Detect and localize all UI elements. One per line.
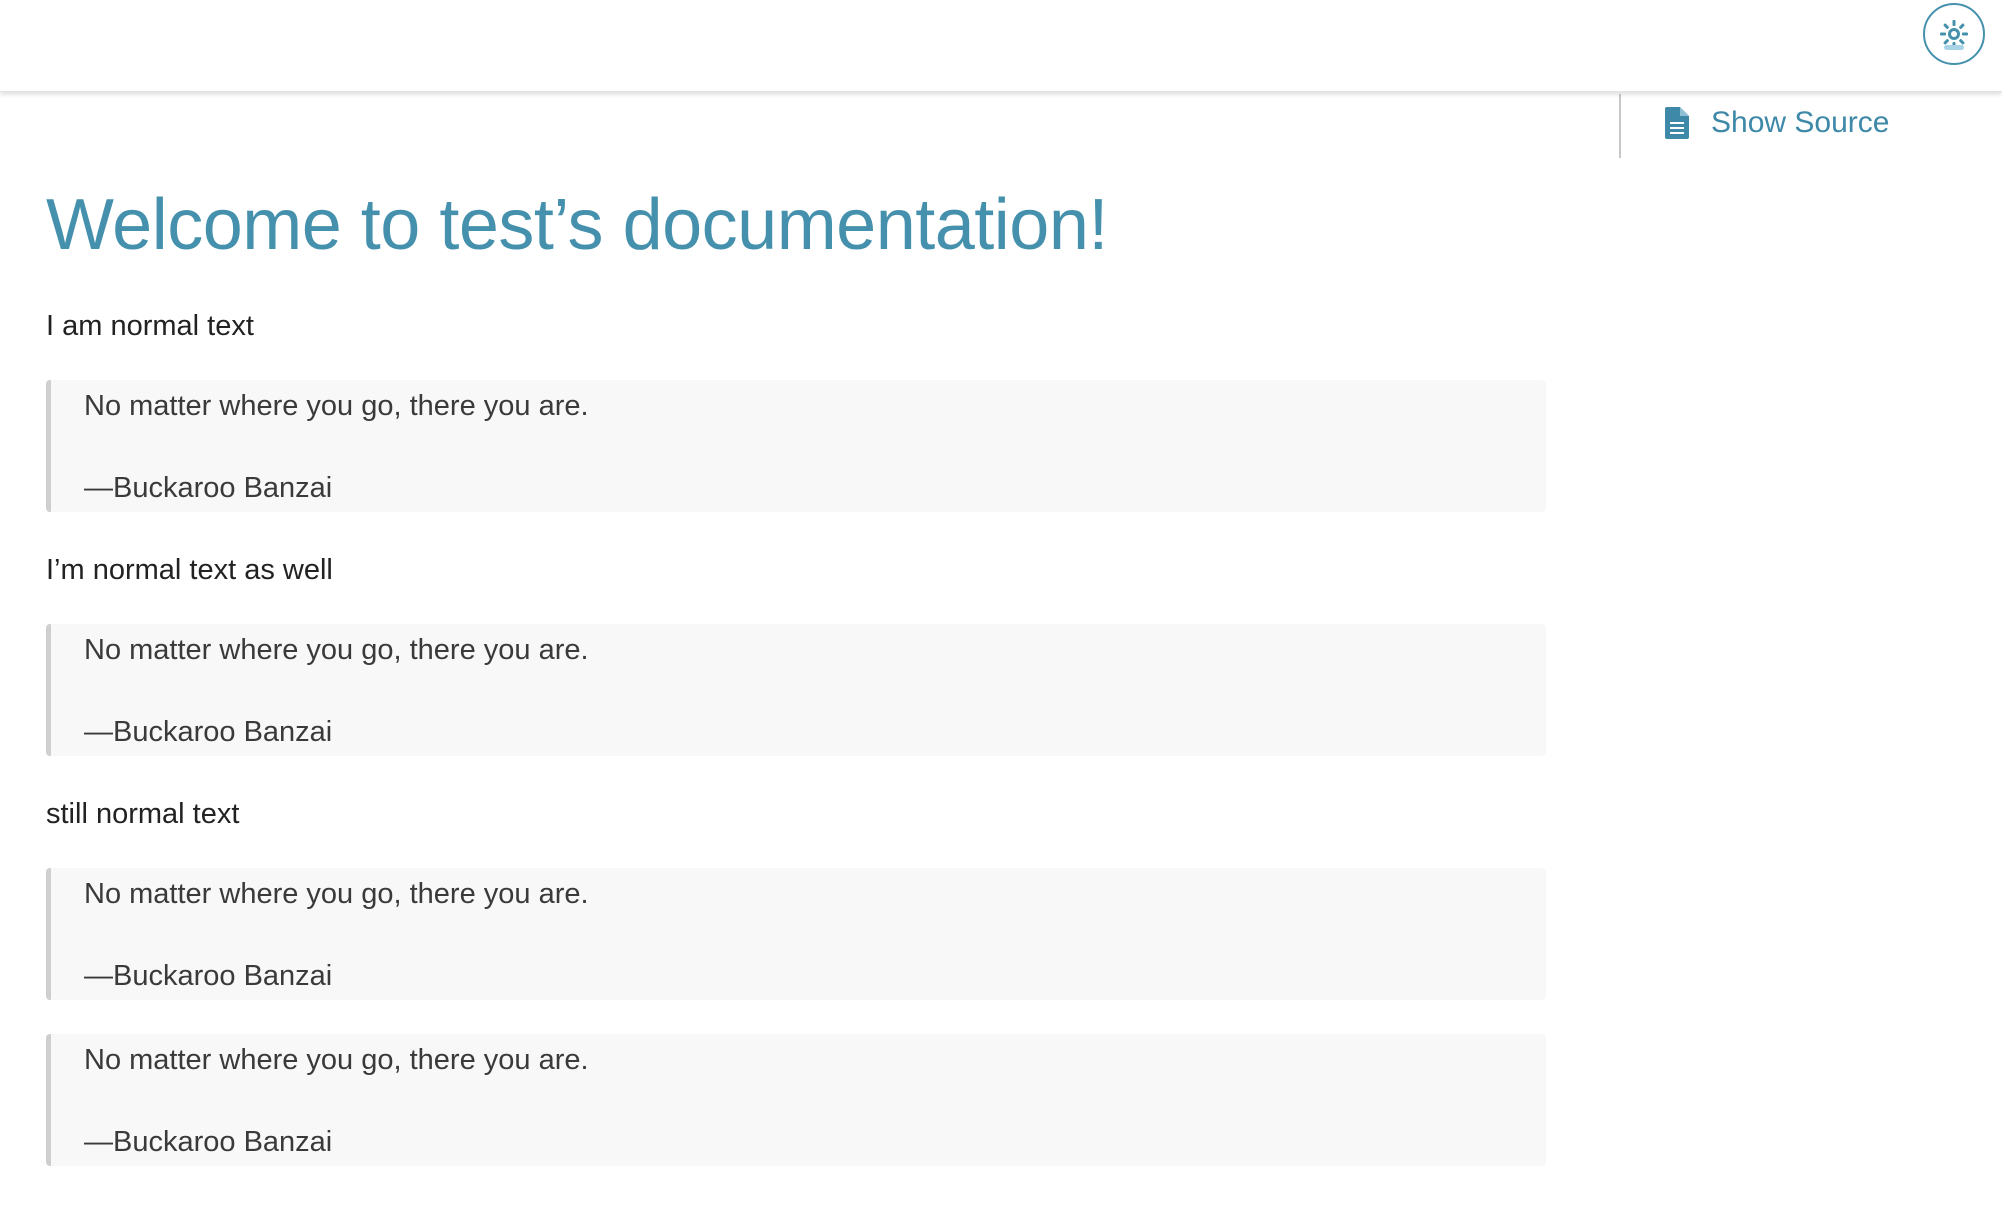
quote-text: No matter where you go, there you are. bbox=[84, 390, 589, 422]
blockquote: No matter where you go, there you are. —… bbox=[46, 624, 1546, 756]
top-header bbox=[0, 0, 2002, 92]
quote-attribution: —Buckaroo Banzai bbox=[84, 960, 333, 992]
main-content: Welcome to test’s documentation! I am no… bbox=[46, 160, 1546, 1166]
paragraph: I am normal text bbox=[46, 310, 254, 342]
quote-text: No matter where you go, there you are. bbox=[84, 634, 589, 666]
quote-attribution: —Buckaroo Banzai bbox=[84, 472, 333, 504]
theme-toggle-button[interactable] bbox=[1923, 3, 1985, 65]
page-title: Welcome to test’s documentation! bbox=[46, 185, 1108, 265]
quote-text: No matter where you go, there you are. bbox=[84, 878, 589, 910]
show-source-link[interactable]: Show Source bbox=[1665, 106, 1889, 140]
paragraph: I’m normal text as well bbox=[46, 554, 333, 586]
quote-text: No matter where you go, there you are. bbox=[84, 1044, 589, 1076]
quote-attribution: —Buckaroo Banzai bbox=[84, 1126, 333, 1158]
page-aside: Show Source bbox=[1619, 94, 2002, 158]
show-source-label: Show Source bbox=[1711, 106, 1890, 139]
sun-icon bbox=[1937, 17, 1971, 51]
quote-attribution: —Buckaroo Banzai bbox=[84, 716, 333, 748]
blockquote: No matter where you go, there you are. —… bbox=[46, 1034, 1546, 1166]
paragraph: still normal text bbox=[46, 798, 240, 830]
document-icon bbox=[1665, 107, 1689, 139]
blockquote: No matter where you go, there you are. —… bbox=[46, 868, 1546, 1000]
blockquote: No matter where you go, there you are. —… bbox=[46, 380, 1546, 512]
